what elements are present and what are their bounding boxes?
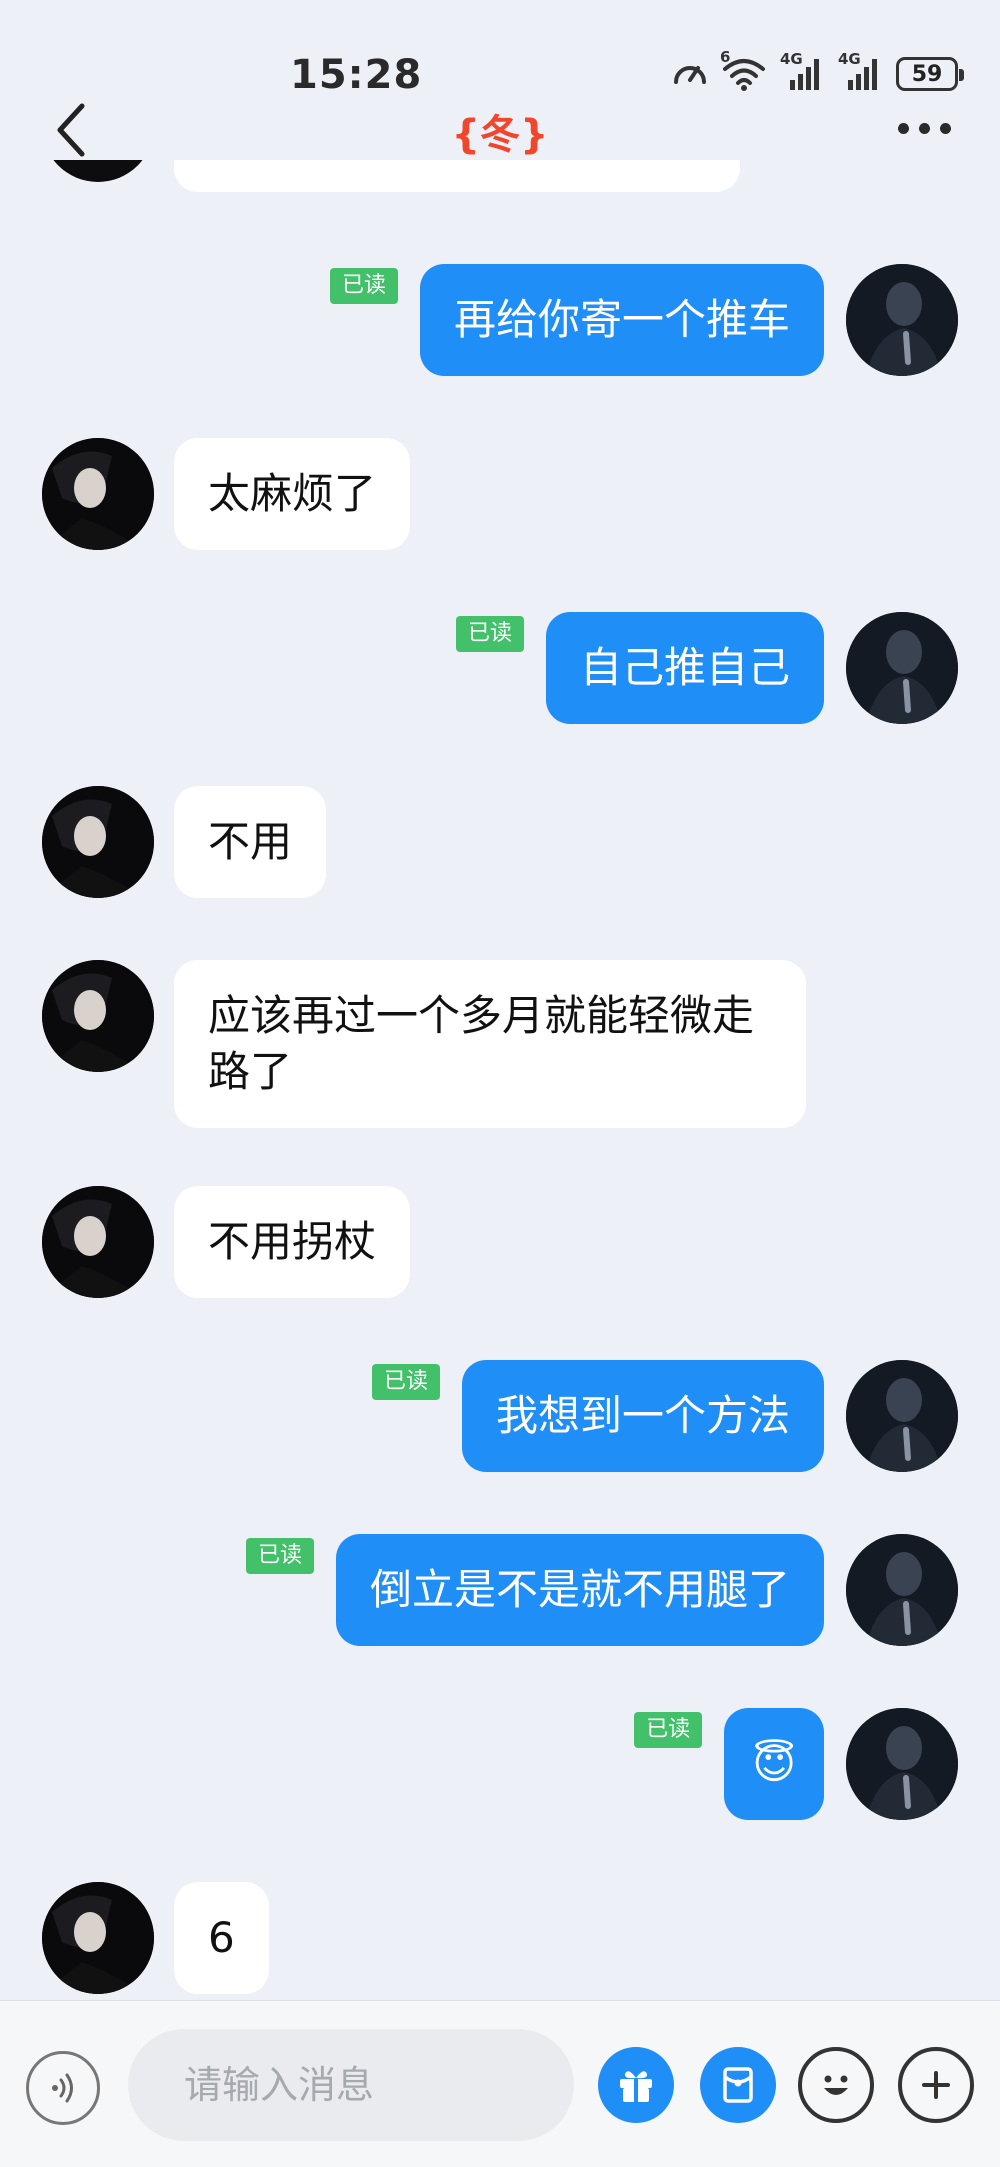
status-time: 15:28 <box>290 52 423 98</box>
my-avatar[interactable] <box>846 612 958 724</box>
dot-icon <box>898 122 909 134</box>
more-actions-button[interactable] <box>898 2047 974 2123</box>
voice-button[interactable] <box>26 2051 100 2125</box>
read-badge: 已读 <box>455 616 524 652</box>
message-row: 已读 😇 <box>634 1708 958 1820</box>
signal-icon-1: 4G <box>780 50 824 92</box>
wifi-icon: 6 <box>720 48 766 92</box>
my-avatar[interactable] <box>846 1708 958 1820</box>
my-avatar[interactable] <box>846 1534 958 1646</box>
status-bar: 15:28 6 4G 4G 59 <box>0 0 1000 100</box>
status-icons: 6 4G 4G 59 <box>672 48 964 92</box>
message-row: 6 <box>42 1882 269 1994</box>
message-list[interactable]: 已读 再给你寄一个推车 太麻烦了 已读 自己推自己 不用 应该再过一个多月就能轻… <box>0 160 1000 2000</box>
read-badge: 已读 <box>245 1538 314 1574</box>
message-row: 不用拐杖 <box>42 1186 411 1298</box>
avatar-partial[interactable] <box>42 160 154 182</box>
dot-icon <box>940 122 951 134</box>
voice-icon <box>52 2073 73 2103</box>
red-packet-button[interactable] <box>700 2047 776 2123</box>
bubble-partial <box>174 160 740 192</box>
message-input[interactable] <box>128 2029 574 2141</box>
message-row: 已读 自己推自己 <box>455 612 958 724</box>
battery-icon: 59 <box>896 57 964 91</box>
message-row: 太麻烦了 <box>42 438 411 550</box>
plus-icon <box>922 2071 950 2099</box>
message-bubble[interactable]: 自己推自己 <box>545 612 824 724</box>
message-row: 已读 再给你寄一个推车 <box>329 264 958 376</box>
wifi-badge: 6 <box>720 48 731 66</box>
message-row: 应该再过一个多月就能轻微走路了 <box>42 960 806 1128</box>
contact-avatar[interactable] <box>42 786 154 898</box>
message-bubble[interactable]: 倒立是不是就不用腿了 <box>335 1534 824 1646</box>
read-badge: 已读 <box>329 268 398 304</box>
emoji-icon <box>824 2075 848 2095</box>
gift-button[interactable] <box>598 2047 674 2123</box>
red-packet-icon <box>723 2067 753 2103</box>
dot-icon <box>919 122 930 134</box>
message-row: 已读 我想到一个方法 <box>371 1360 958 1472</box>
contact-avatar[interactable] <box>42 1186 154 1298</box>
chat-title[interactable]: {冬} <box>0 102 1000 160</box>
contact-avatar[interactable] <box>42 1882 154 1994</box>
more-options-button[interactable] <box>898 116 958 140</box>
message-bubble[interactable]: 😇 <box>724 1708 824 1820</box>
emoji-button[interactable] <box>798 2047 874 2123</box>
message-bubble[interactable]: 我想到一个方法 <box>461 1360 824 1472</box>
my-avatar[interactable] <box>846 264 958 376</box>
message-bubble[interactable]: 再给你寄一个推车 <box>419 264 824 376</box>
message-row: 不用 <box>42 786 327 898</box>
message-bubble[interactable]: 太麻烦了 <box>174 438 411 550</box>
contact-avatar[interactable] <box>42 960 154 1072</box>
gift-icon <box>620 2071 652 2103</box>
message-bubble[interactable]: 应该再过一个多月就能轻微走路了 <box>174 960 806 1128</box>
input-bar <box>0 2000 1000 2167</box>
message-bubble[interactable]: 不用拐杖 <box>174 1186 411 1298</box>
message-bubble[interactable]: 不用 <box>174 786 327 898</box>
message-bubble[interactable]: 6 <box>174 1882 269 1994</box>
smiling-face-with-halo-icon: 😇 <box>752 1739 796 1788</box>
message-row: 已读 倒立是不是就不用腿了 <box>245 1534 958 1646</box>
contact-avatar[interactable] <box>42 438 154 550</box>
read-badge: 已读 <box>371 1364 440 1400</box>
signal-icon-2: 4G <box>838 50 882 92</box>
read-badge: 已读 <box>634 1712 703 1748</box>
data-speed-icon <box>674 66 706 84</box>
my-avatar[interactable] <box>846 1360 958 1472</box>
